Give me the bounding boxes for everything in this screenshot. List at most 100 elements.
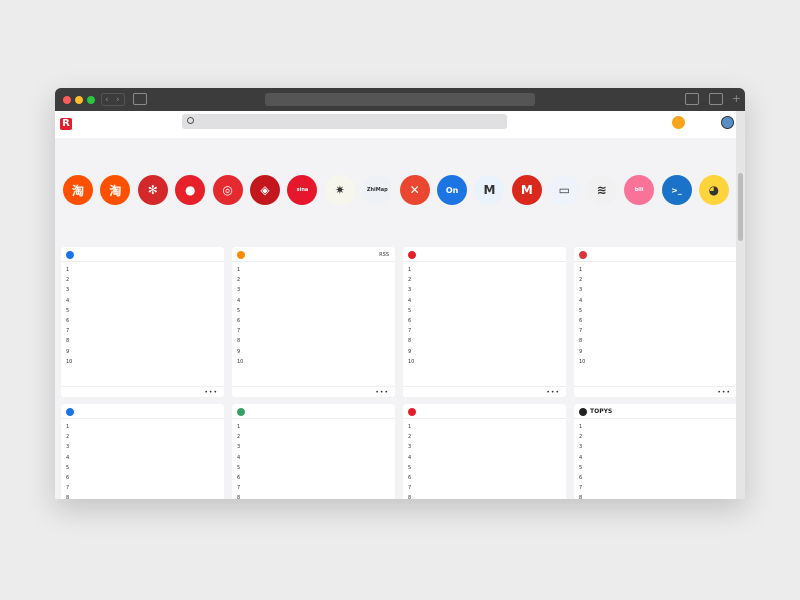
list-item[interactable]: 2 xyxy=(408,432,561,442)
list-item[interactable]: 8 xyxy=(66,493,219,499)
list-item[interactable]: 3 xyxy=(66,442,219,452)
headline[interactable] xyxy=(244,359,368,364)
headline[interactable] xyxy=(73,496,197,499)
headline[interactable] xyxy=(415,298,539,303)
app-shortcut[interactable]: >_ xyxy=(660,175,694,218)
list-item[interactable]: 2 xyxy=(408,275,561,285)
scrollbar-thumb[interactable] xyxy=(738,173,743,241)
headline[interactable] xyxy=(73,319,197,324)
list-item[interactable]: 7 xyxy=(237,326,390,336)
list-item[interactable]: 5 xyxy=(66,306,219,316)
list-item[interactable]: 10 xyxy=(408,357,561,367)
list-item[interactable]: 1 xyxy=(237,265,390,275)
coin-icon[interactable] xyxy=(672,116,685,129)
headline[interactable] xyxy=(415,465,539,470)
headline[interactable] xyxy=(244,298,368,303)
headline[interactable] xyxy=(244,339,368,344)
list-item[interactable]: 3 xyxy=(66,285,219,295)
headline[interactable] xyxy=(415,308,539,313)
headline[interactable] xyxy=(73,425,197,430)
headline[interactable] xyxy=(73,435,197,440)
headline[interactable] xyxy=(244,476,368,481)
zoom-window-button[interactable] xyxy=(87,96,95,104)
list-item[interactable]: 1 xyxy=(408,422,561,432)
more-icon[interactable]: ••• xyxy=(375,389,389,396)
list-item[interactable]: 8 xyxy=(579,336,732,346)
app-shortcut[interactable]: M xyxy=(510,175,544,218)
share-icon[interactable] xyxy=(685,93,699,105)
list-item[interactable]: 8 xyxy=(408,493,561,499)
list-item[interactable]: 2 xyxy=(66,432,219,442)
headline[interactable] xyxy=(73,445,197,450)
headline[interactable] xyxy=(73,308,197,313)
headline[interactable] xyxy=(244,319,368,324)
headline[interactable] xyxy=(586,445,710,450)
headline[interactable] xyxy=(73,476,197,481)
app-shortcut[interactable]: ▭ xyxy=(547,175,581,218)
list-item[interactable]: 3 xyxy=(579,442,732,452)
headline[interactable] xyxy=(244,455,368,460)
headline[interactable] xyxy=(244,425,368,430)
list-item[interactable]: 10 xyxy=(66,357,219,367)
headline[interactable] xyxy=(415,268,539,273)
list-item[interactable]: 4 xyxy=(408,453,561,463)
list-item[interactable]: 6 xyxy=(66,473,219,483)
list-item[interactable]: 3 xyxy=(237,442,390,452)
list-item[interactable]: 2 xyxy=(579,275,732,285)
list-item[interactable]: 3 xyxy=(408,285,561,295)
app-shortcut[interactable]: ✻ xyxy=(136,175,170,218)
headline[interactable] xyxy=(73,359,197,364)
headline[interactable] xyxy=(244,268,368,273)
back-arrow-icon[interactable]: ‹ xyxy=(105,94,109,106)
headline[interactable] xyxy=(73,349,197,354)
list-item[interactable]: 4 xyxy=(237,296,390,306)
headline[interactable] xyxy=(73,288,197,293)
list-item[interactable]: 1 xyxy=(66,265,219,275)
list-item[interactable]: 1 xyxy=(237,422,390,432)
list-item[interactable]: 10 xyxy=(237,357,390,367)
app-shortcut[interactable]: ◈ xyxy=(248,175,282,218)
list-item[interactable]: 6 xyxy=(408,473,561,483)
more-icon[interactable]: ••• xyxy=(546,389,560,396)
list-item[interactable]: 2 xyxy=(237,432,390,442)
headline[interactable] xyxy=(244,445,368,450)
list-item[interactable]: 9 xyxy=(408,347,561,357)
list-item[interactable]: 7 xyxy=(408,326,561,336)
list-item[interactable]: 6 xyxy=(237,316,390,326)
headline[interactable] xyxy=(73,278,197,283)
list-item[interactable]: 4 xyxy=(66,453,219,463)
list-item[interactable]: 7 xyxy=(66,483,219,493)
list-item[interactable]: 7 xyxy=(579,483,732,493)
headline[interactable] xyxy=(73,298,197,303)
app-shortcut[interactable]: ≋ xyxy=(585,175,619,218)
headline[interactable] xyxy=(586,349,710,354)
list-item[interactable]: 4 xyxy=(408,296,561,306)
card-title[interactable]: TOPYS xyxy=(590,408,612,415)
headline[interactable] xyxy=(73,486,197,491)
list-item[interactable]: 4 xyxy=(579,296,732,306)
headline[interactable] xyxy=(586,496,710,499)
headline[interactable] xyxy=(244,288,368,293)
list-item[interactable]: 5 xyxy=(579,463,732,473)
headline[interactable] xyxy=(244,496,368,499)
more-icon[interactable]: ••• xyxy=(717,389,731,396)
headline[interactable] xyxy=(415,425,539,430)
headline[interactable] xyxy=(244,486,368,491)
new-tab-icon[interactable]: + xyxy=(732,92,741,105)
headline[interactable] xyxy=(586,476,710,481)
list-item[interactable]: 9 xyxy=(237,347,390,357)
list-item[interactable]: 3 xyxy=(408,442,561,452)
headline[interactable] xyxy=(415,445,539,450)
more-icon[interactable]: ••• xyxy=(204,389,218,396)
list-item[interactable]: 5 xyxy=(66,463,219,473)
app-shortcut[interactable]: ◎ xyxy=(211,175,245,218)
headline[interactable] xyxy=(244,465,368,470)
site-logo[interactable]: R xyxy=(60,118,72,130)
headline[interactable] xyxy=(586,425,710,430)
headline[interactable] xyxy=(73,339,197,344)
list-item[interactable]: 7 xyxy=(579,326,732,336)
headline[interactable] xyxy=(415,496,539,499)
list-item[interactable]: 6 xyxy=(579,316,732,326)
list-item[interactable]: 1 xyxy=(579,265,732,275)
headline[interactable] xyxy=(73,455,197,460)
